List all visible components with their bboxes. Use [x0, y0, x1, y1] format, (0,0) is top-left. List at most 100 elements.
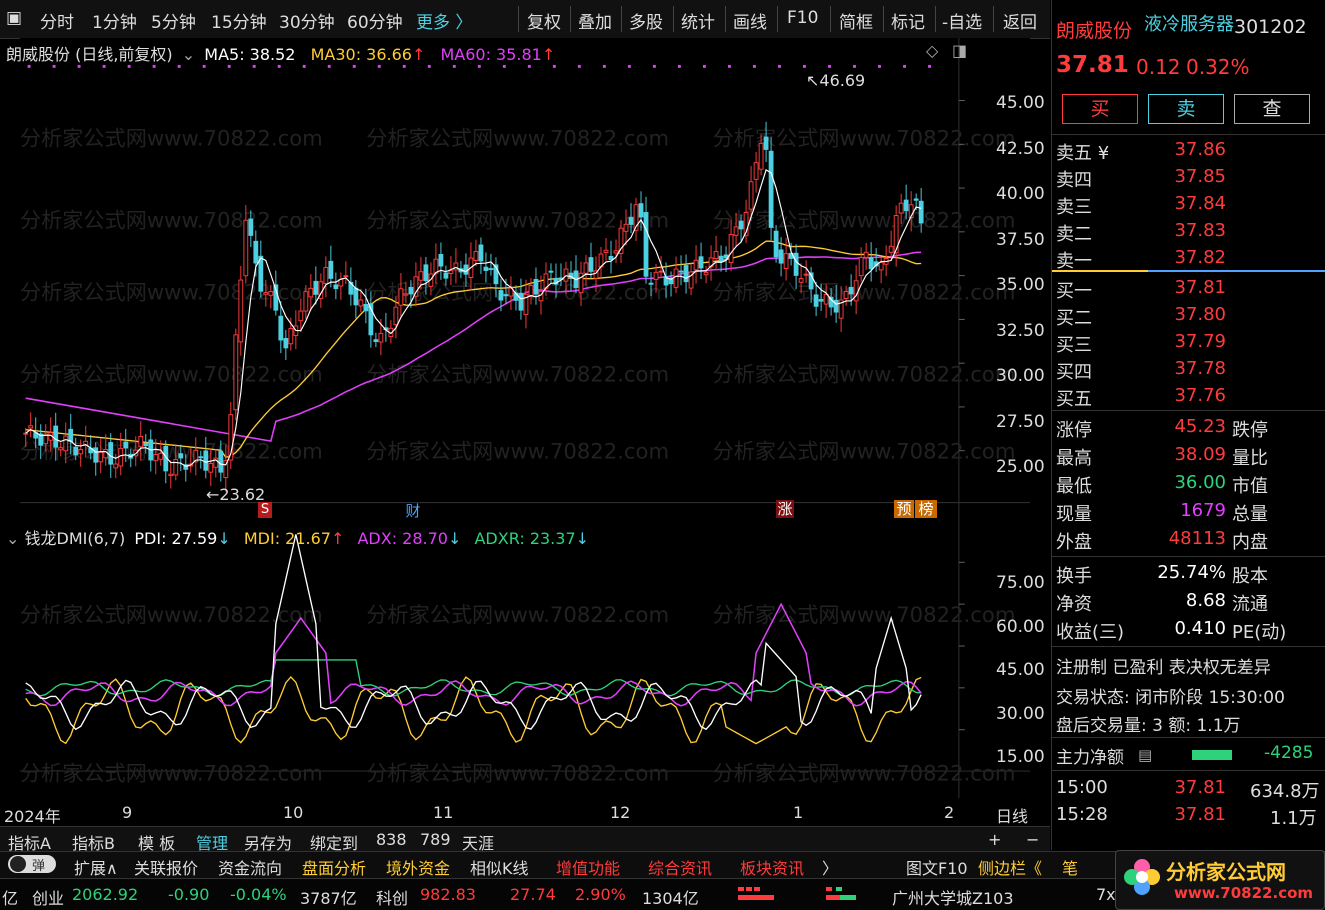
candle: [483, 266, 489, 271]
toolbar-item-overlay[interactable]: 叠加: [578, 8, 612, 33]
toolbar-item-minute[interactable]: 分时: [40, 8, 74, 33]
indicator-name[interactable]: 钱龙DMI(6,7): [25, 529, 126, 548]
candle: [613, 250, 619, 254]
sell-button[interactable]: 卖: [1148, 94, 1224, 124]
tab-value-added[interactable]: 增值功能: [556, 855, 620, 879]
toolbar-item-stats[interactable]: 统计: [681, 8, 715, 33]
candle: [738, 220, 744, 230]
candle: [433, 258, 439, 274]
candle: [153, 454, 159, 462]
chart-toolbar: ▣ 分时 1分钟 5分钟 15分钟 30分钟 60分钟 更多 〉 复权 叠加 多…: [0, 0, 1050, 39]
tab-news[interactable]: 综合资讯: [648, 855, 712, 879]
toolbar-item-multi[interactable]: 多股: [629, 8, 663, 33]
list-icon[interactable]: ▤: [1138, 746, 1152, 764]
popup-toggle[interactable]: 弹: [8, 855, 56, 874]
toolbar-item-15min[interactable]: 15分钟: [211, 8, 267, 33]
ask-row[interactable]: 卖五 ¥37.86: [1056, 137, 1322, 164]
zoom-in-icon[interactable]: +: [988, 830, 1001, 849]
toolbar-item-draw[interactable]: 画线: [733, 8, 767, 33]
toolbar-item-watchlist[interactable]: -自选: [942, 8, 982, 33]
tab-foreign-funds[interactable]: 境外资金: [386, 855, 450, 879]
chinext-change: -0.90: [168, 885, 210, 904]
toolbar-item-back[interactable]: 返回: [1003, 8, 1037, 33]
collapse-icon[interactable]: ⌄: [182, 45, 195, 64]
candle: [913, 198, 919, 201]
toolbar-item-mark[interactable]: 标记: [891, 8, 925, 33]
event-marker-s[interactable]: S: [258, 502, 272, 518]
bid-row[interactable]: 买五 37.76: [1056, 383, 1322, 410]
tab-sector-news[interactable]: 板块资讯: [740, 855, 804, 879]
candle: [333, 284, 339, 290]
ask-row[interactable]: 卖一 37.82: [1056, 245, 1322, 272]
quote-panel: 朗威股份 液冷服务器 301202 37.81 0.12 0.32% 买 卖 查…: [1051, 0, 1325, 850]
price-tick: 35.00: [996, 275, 1045, 295]
candle: [268, 290, 274, 296]
window-icon[interactable]: ◨: [952, 41, 967, 60]
candle: [498, 290, 504, 301]
toolbar-item-simple[interactable]: 简框: [839, 8, 873, 33]
ask-row[interactable]: 卖二 37.83: [1056, 218, 1322, 245]
tab-pen[interactable]: 笔: [1062, 855, 1078, 879]
concept-tag[interactable]: 液冷服务器: [1144, 10, 1234, 36]
toolbar-item-fuquan[interactable]: 复权: [527, 8, 561, 33]
tab-next-icon[interactable]: 〉: [822, 855, 838, 879]
query-button[interactable]: 查: [1234, 94, 1310, 124]
bid-row[interactable]: 买一 37.81: [1056, 275, 1322, 302]
candle: [278, 315, 284, 341]
svg-text:分析家公式网www.70822.com: 分析家公式网www.70822.com: [713, 280, 1016, 305]
candle: [173, 458, 179, 476]
event-marker-limitup[interactable]: 涨: [776, 500, 794, 518]
toolbar-item-60min[interactable]: 60分钟: [347, 8, 403, 33]
candle: [683, 265, 689, 283]
bid-row[interactable]: 买二 37.80: [1056, 302, 1322, 329]
trade-status: 交易状态: 闭市阶段 15:30:00: [1056, 688, 1285, 708]
tab-789[interactable]: 789: [420, 830, 451, 849]
candle: [733, 226, 739, 236]
x-label-10: 10: [283, 803, 304, 822]
bid-row[interactable]: 买三 37.79: [1056, 329, 1322, 356]
tab-sidebar[interactable]: 侧边栏《: [978, 855, 1042, 879]
toolbar-item-f10[interactable]: F10: [787, 8, 818, 28]
event-marker-rank[interactable]: 榜: [915, 500, 937, 518]
svg-text:分析家公式网www.70822.com: 分析家公式网www.70822.com: [713, 126, 1016, 151]
price-tick: 42.50: [996, 138, 1045, 159]
bid-row[interactable]: 买四 37.78: [1056, 356, 1322, 383]
candle: [143, 442, 149, 447]
tab-f10-text[interactable]: 图文F10: [906, 855, 968, 879]
tab-market-analysis[interactable]: 盘面分析: [302, 855, 366, 879]
star-label[interactable]: 科创: [376, 885, 408, 909]
x-label-2: 2: [944, 803, 955, 822]
buy-button[interactable]: 买: [1062, 94, 1138, 124]
adx-label: ADX: 28.70↓: [357, 529, 462, 548]
tab-related-quote[interactable]: 关联报价: [134, 855, 198, 879]
ask-row[interactable]: 卖三 37.84: [1056, 191, 1322, 218]
collapse-icon[interactable]: ⌄: [6, 529, 19, 548]
diamond-icon[interactable]: ◇: [926, 41, 938, 60]
toolbar-item-1min[interactable]: 1分钟: [92, 8, 137, 33]
candle: [208, 463, 214, 473]
tab-similar-kline[interactable]: 相似K线: [470, 855, 529, 879]
period-label[interactable]: 日线: [996, 803, 1028, 827]
tab-expand[interactable]: 扩展∧: [74, 855, 118, 879]
event-marker-forecast[interactable]: 预: [894, 500, 914, 518]
panel-toggle-icon[interactable]: ▣: [6, 8, 22, 28]
kline-chart[interactable]: 分析家公式网www.70822.com 分析家公式网www.70822.com 分析…: [0, 38, 1050, 798]
event-marker-finance[interactable]: 财: [404, 500, 422, 520]
tab-fund-flow[interactable]: 资金流向: [218, 855, 282, 879]
server-label[interactable]: 广州大学城Z103: [892, 885, 1014, 909]
toolbar-item-5min[interactable]: 5分钟: [151, 8, 196, 33]
candle: [463, 264, 469, 275]
time-axis: 2024年 9 10 11 12 1 2 日线: [0, 800, 1050, 826]
zoom-out-icon[interactable]: −: [1026, 830, 1039, 849]
main-flow-label[interactable]: 主力净额: [1056, 743, 1124, 768]
ask-row[interactable]: 卖四 37.85: [1056, 164, 1322, 191]
chinext-label[interactable]: 创业: [32, 885, 64, 909]
candle: [28, 425, 34, 429]
adxr-label: ADXR: 23.37↓: [474, 529, 590, 548]
tab-838[interactable]: 838: [376, 830, 407, 849]
svg-text:分析家公式网www.70822.com: 分析家公式网www.70822.com: [713, 438, 1016, 463]
svg-text:分析家公式网www.70822.com: 分析家公式网www.70822.com: [713, 208, 1016, 233]
candle: [728, 234, 734, 264]
toolbar-item-more[interactable]: 更多 〉: [416, 8, 472, 33]
toolbar-item-30min[interactable]: 30分钟: [279, 8, 335, 33]
